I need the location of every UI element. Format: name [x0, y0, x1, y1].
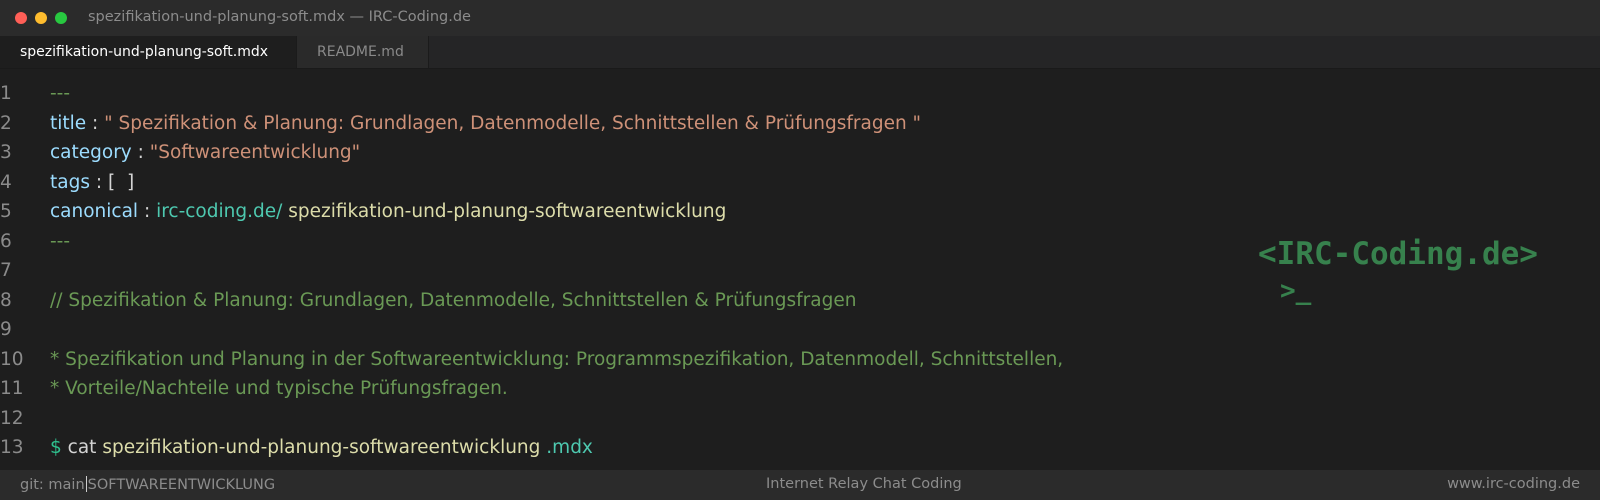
line-number: 10: [0, 348, 24, 370]
status-divider: [85, 476, 87, 492]
frontmatter-key: title: [50, 112, 87, 134]
frontmatter-key: canonical: [50, 201, 139, 222]
status-center-label: Internet Relay Chat Coding: [766, 476, 962, 492]
shell-file-extension: .mdx: [540, 437, 593, 458]
tab-readme[interactable]: README.md: [297, 36, 429, 68]
frontmatter-delimiter: ---: [50, 230, 71, 252]
colon: :: [89, 171, 108, 193]
terminal-cursor-icon: >_: [1280, 276, 1312, 306]
code-comment: * Vorteile/Nachteile und typische Prüfun…: [50, 378, 508, 399]
line-number: 1: [0, 83, 12, 104]
line-number: 5: [0, 201, 12, 222]
line-number: 4: [0, 171, 12, 193]
frontmatter-value: [ ]: [107, 171, 135, 193]
line-number: 3: [0, 142, 12, 163]
line-number: 6: [0, 230, 12, 252]
canonical-domain: irc-coding.de/: [156, 201, 283, 222]
code-comment: // Spezifikation & Planung: Grundlagen, …: [50, 289, 857, 311]
maximize-window-button[interactable]: [55, 12, 67, 24]
shell-filename: spezifikation-und-planung-softwareentwic…: [102, 437, 541, 458]
irc-coding-logo: <IRC-Coding.de>: [1258, 236, 1538, 272]
frontmatter-key: tags: [50, 171, 90, 193]
website-link[interactable]: www.irc-coding.de: [1447, 476, 1580, 492]
frontmatter-delimiter: ---: [50, 83, 71, 104]
tab-spezifikation-mdx[interactable]: spezifikation-und-planung-soft.mdx: [0, 36, 297, 68]
line-number: 9: [0, 319, 12, 340]
tab-bar: spezifikation-und-planung-soft.mdx READM…: [0, 36, 1600, 69]
colon: :: [86, 112, 105, 134]
colon: :: [138, 201, 157, 222]
colon: :: [131, 142, 150, 163]
close-window-button[interactable]: [15, 12, 27, 24]
category-label: SOFTWAREENTWICKLUNG: [87, 477, 276, 493]
minimize-window-button[interactable]: [35, 12, 47, 24]
frontmatter-key: category: [50, 142, 132, 163]
title-bar: spezifikation-und-planung-soft.mdx — IRC…: [0, 0, 1600, 36]
window-title: spezifikation-und-planung-soft.mdx — IRC…: [88, 9, 471, 25]
line-number: 12: [0, 407, 24, 429]
git-branch[interactable]: git: main: [20, 477, 85, 493]
status-bar: git: main SOFTWAREENTWICKLUNG Internet Re…: [0, 470, 1600, 500]
canonical-path: spezifikation-und-planung-softwareentwic…: [282, 201, 727, 222]
shell-command: cat: [61, 437, 103, 458]
line-number: 2: [0, 112, 12, 134]
line-number: 13: [0, 437, 24, 458]
frontmatter-value: " Spezifikation & Planung: Grundlagen, D…: [104, 112, 922, 134]
line-number: 7: [0, 260, 12, 281]
code-editor[interactable]: 1 --- 2 title : " Spezifikation & Planun…: [0, 79, 1600, 469]
status-left: git: main SOFTWAREENTWICKLUNG: [20, 476, 275, 493]
frontmatter-value: "Softwareentwicklung": [149, 142, 361, 163]
line-number: 8: [0, 289, 12, 311]
line-number: 11: [0, 378, 24, 399]
shell-prompt: $: [50, 437, 62, 458]
code-comment: * Spezifikation und Planung in der Softw…: [50, 348, 1064, 370]
